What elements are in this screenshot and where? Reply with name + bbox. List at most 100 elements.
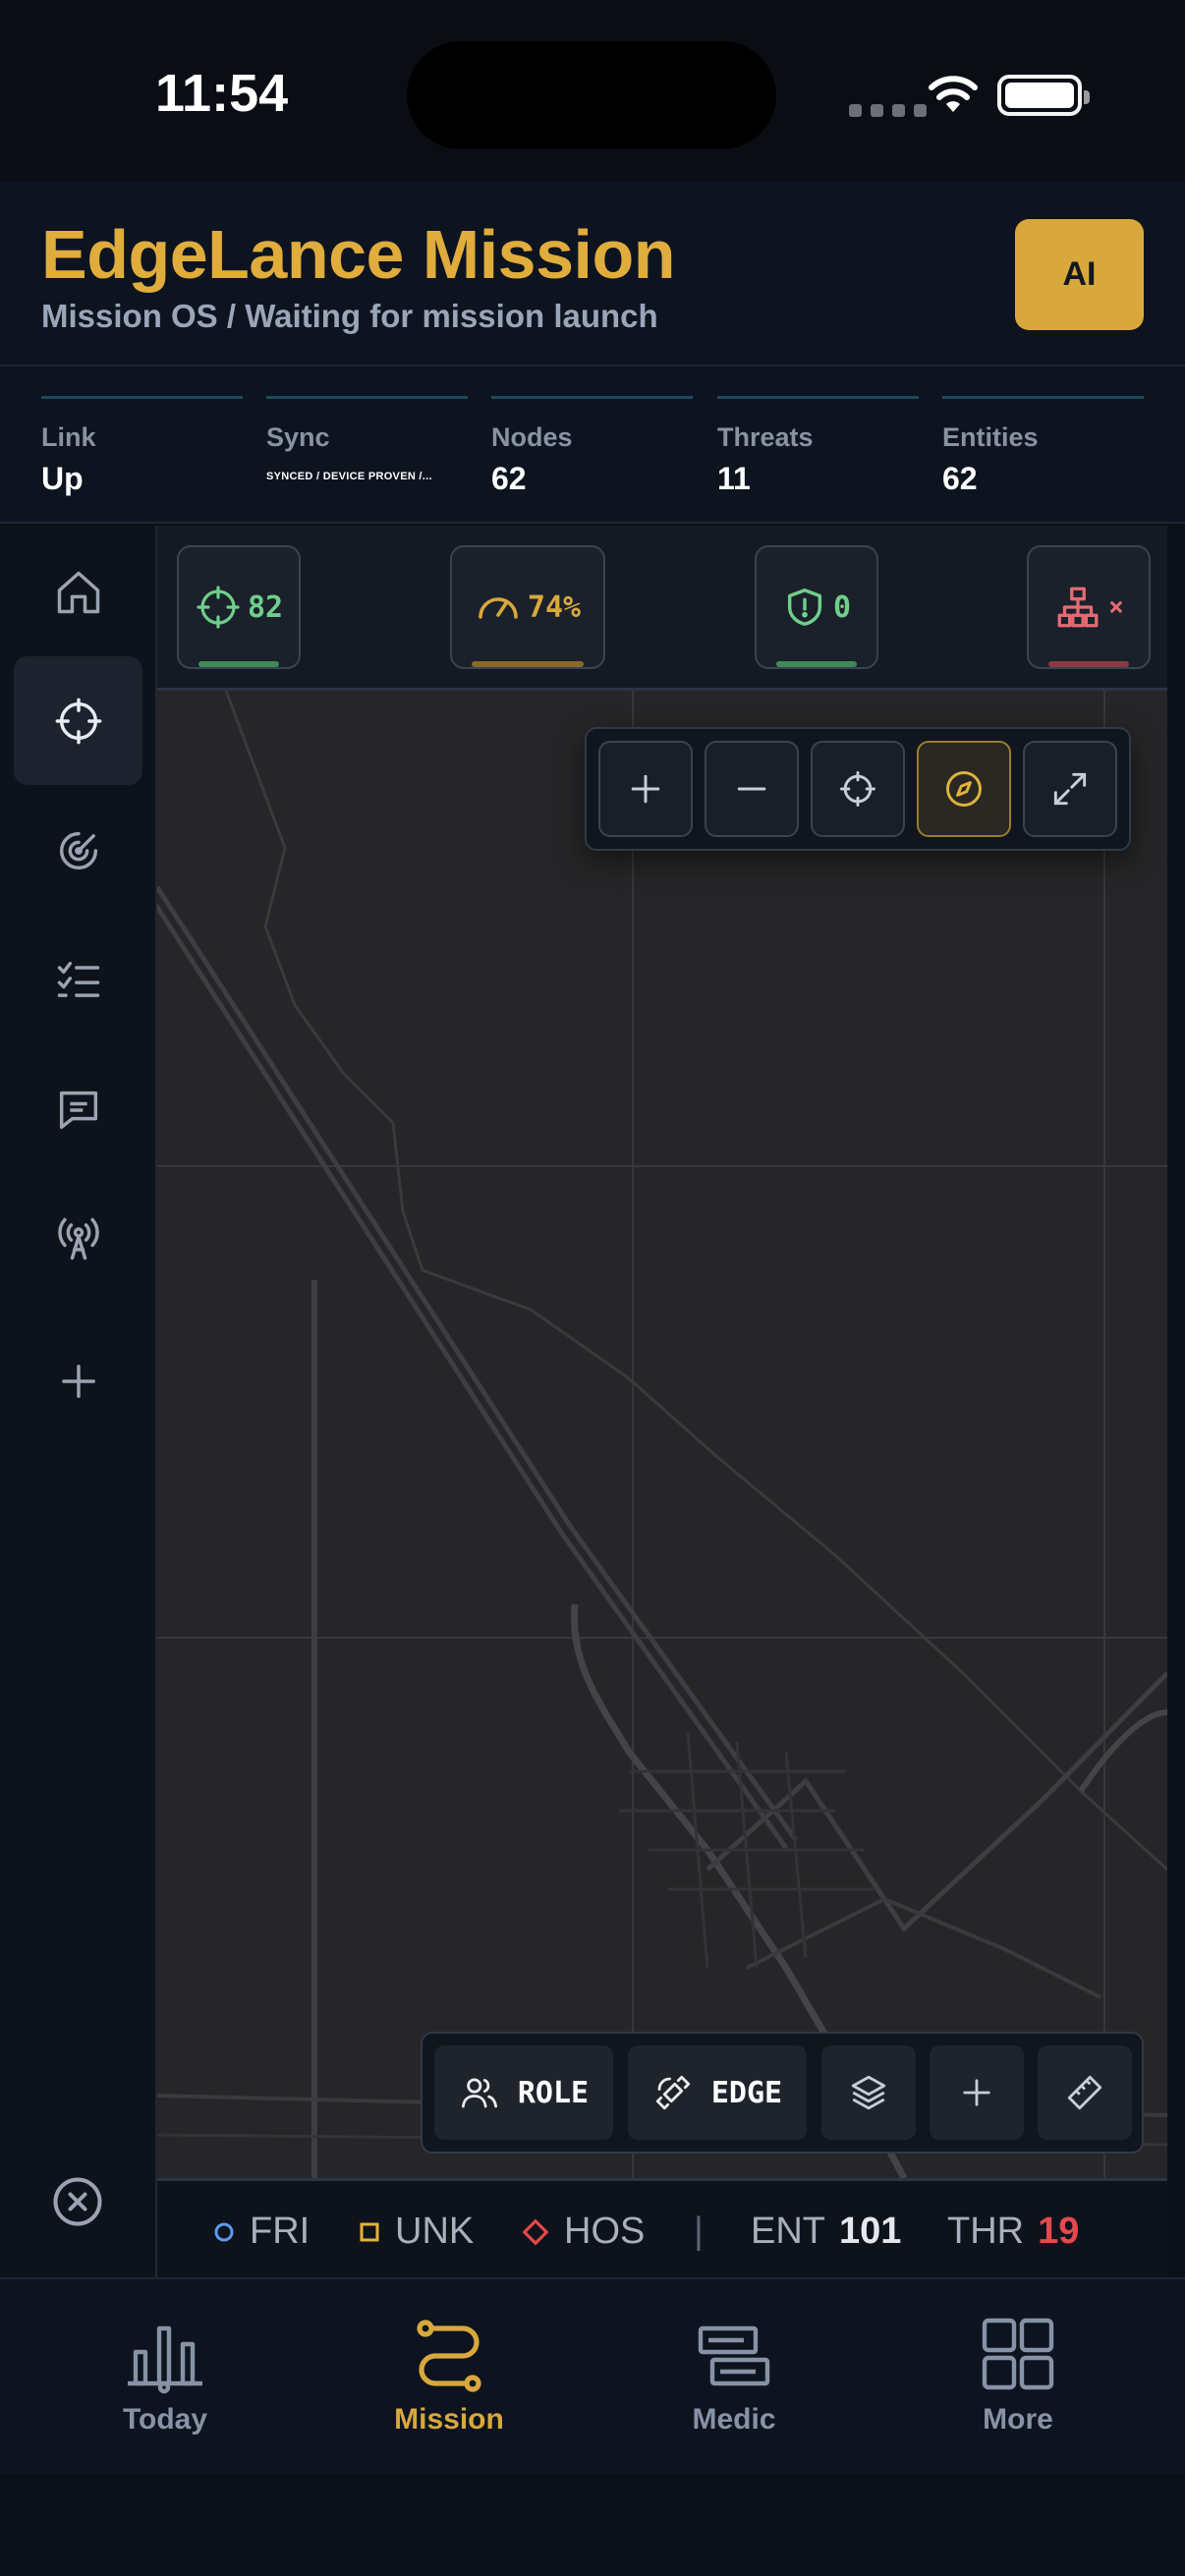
role-button[interactable]: ROLE [434,2045,613,2140]
zoom-out-button[interactable] [705,741,799,837]
map-status-strip: 82 74% 0 × [157,526,1167,691]
stat-value: SYNCED / DEVICE PROVEN /... [266,471,432,482]
speed-value: 74% [527,589,582,625]
rail-item-comms[interactable] [14,1174,142,1303]
stat-nodes: Nodes 62 [491,396,693,497]
crosshair-icon [197,586,240,629]
stat-value: 11 [717,461,751,496]
threats-label: THR [947,2211,1025,2252]
compass-icon [946,771,982,807]
stat-label: Entities [942,422,1039,452]
home-icon [57,571,99,613]
unknown-marker-icon [360,2222,379,2241]
readiness-value: 82 [247,589,284,625]
layers-icon [851,2075,886,2110]
radar-icon [59,831,97,869]
ruler-icon [1067,2075,1102,2110]
stat-value: 62 [942,461,978,496]
cards-icon [698,2325,770,2386]
dynamic-island [407,41,776,149]
stat-label: Link [41,422,96,452]
tab-today[interactable]: Today [57,2317,273,2436]
rail-item-targeting[interactable] [14,656,142,785]
map-view[interactable]: 82 74% 0 × ROLE EDGE [157,526,1167,2178]
rail-close-button[interactable] [48,2172,107,2236]
tab-medic[interactable]: Medic [626,2317,842,2436]
edge-label: EDGE [710,2075,783,2110]
grid-icon [982,2318,1054,2390]
plus-icon [963,2079,990,2106]
ai-button[interactable]: AI [1015,219,1144,330]
add-marker-button[interactable] [930,2045,1024,2140]
stat-link: Link Up [41,396,243,497]
cellular-signal-icon [849,104,927,117]
threat-shield-chip[interactable]: 0 [755,545,878,669]
layers-button[interactable] [821,2045,916,2140]
app-header: EdgeLance Mission Mission OS / Waiting f… [0,182,1185,366]
rail-item-tasks[interactable] [14,916,142,1044]
role-label: ROLE [517,2075,590,2110]
rail-item-home[interactable] [14,528,142,656]
chart-icon [128,2325,202,2394]
network-chip[interactable]: × [1027,545,1151,669]
legend-hostile-label: HOS [564,2211,646,2252]
readiness-chip[interactable]: 82 [177,545,301,669]
hostile-marker-icon [522,2218,549,2245]
legend-unknown: UNK [358,2211,474,2253]
home-indicator-area [0,2474,1185,2576]
entities-label: ENT [751,2211,825,2252]
stats-row: Link Up Sync SYNCED / DEVICE PROVEN /...… [0,366,1185,524]
map-canvas[interactable] [157,691,1167,2178]
tab-medic-label: Medic [692,2403,776,2436]
legend-friendly: FRI [212,2211,310,2253]
network-status: × [1108,592,1124,622]
edge-button[interactable]: EDGE [628,2045,807,2140]
zoom-in-button[interactable] [598,741,693,837]
map-zoom-controls [585,727,1131,851]
stat-entities: Entities 62 [942,396,1144,497]
route-icon [417,2320,481,2392]
page-title: EdgeLance Mission [41,216,675,293]
stat-threats: Threats 11 [717,396,919,497]
users-icon [461,2078,497,2108]
wifi-icon [929,76,978,112]
expand-icon [1053,772,1087,806]
friendly-marker-icon [214,2222,234,2241]
tab-today-label: Today [122,2403,208,2436]
entities-count: 101 [839,2211,902,2252]
legend-threats: THR 19 [947,2211,1079,2253]
legend-unknown-label: UNK [395,2211,475,2252]
locate-button[interactable] [811,741,905,837]
network-icon [1057,587,1099,628]
checklist-icon [57,961,99,997]
tab-mission-label: Mission [394,2403,504,2436]
stat-label: Threats [717,422,814,452]
shield-icon [787,588,822,626]
tab-more-label: More [983,2403,1053,2436]
message-icon [59,1091,97,1129]
legend-hostile: HOS [521,2211,645,2253]
close-circle-icon [53,2177,102,2226]
stat-label: Sync [266,422,330,452]
rail-item-messages[interactable] [14,1045,142,1174]
speed-chip[interactable]: 74% [450,545,605,669]
page-subtitle: Mission OS / Waiting for mission launch [41,298,658,334]
shield-value: 0 [832,589,852,625]
stat-value: 62 [491,461,527,496]
threats-count: 19 [1038,2211,1080,2252]
zoom-in-icon [631,774,660,804]
legend-friendly-label: FRI [250,2211,310,2252]
map-tool-panel: ROLE EDGE [421,2032,1144,2154]
bottom-tab-bar: Today Mission Medic More [0,2277,1185,2474]
rail-item-add[interactable] [14,1316,142,1445]
tab-more[interactable]: More [910,2317,1126,2436]
fullscreen-button[interactable] [1023,741,1117,837]
status-time: 11:54 [155,64,289,123]
crosshair-icon [55,698,101,744]
tab-mission[interactable]: Mission [341,2317,557,2436]
compass-button[interactable] [917,741,1011,837]
measure-button[interactable] [1038,2045,1132,2140]
rail-item-radar[interactable] [14,786,142,915]
plus-icon [61,1364,95,1398]
satellite-icon [655,2075,691,2110]
